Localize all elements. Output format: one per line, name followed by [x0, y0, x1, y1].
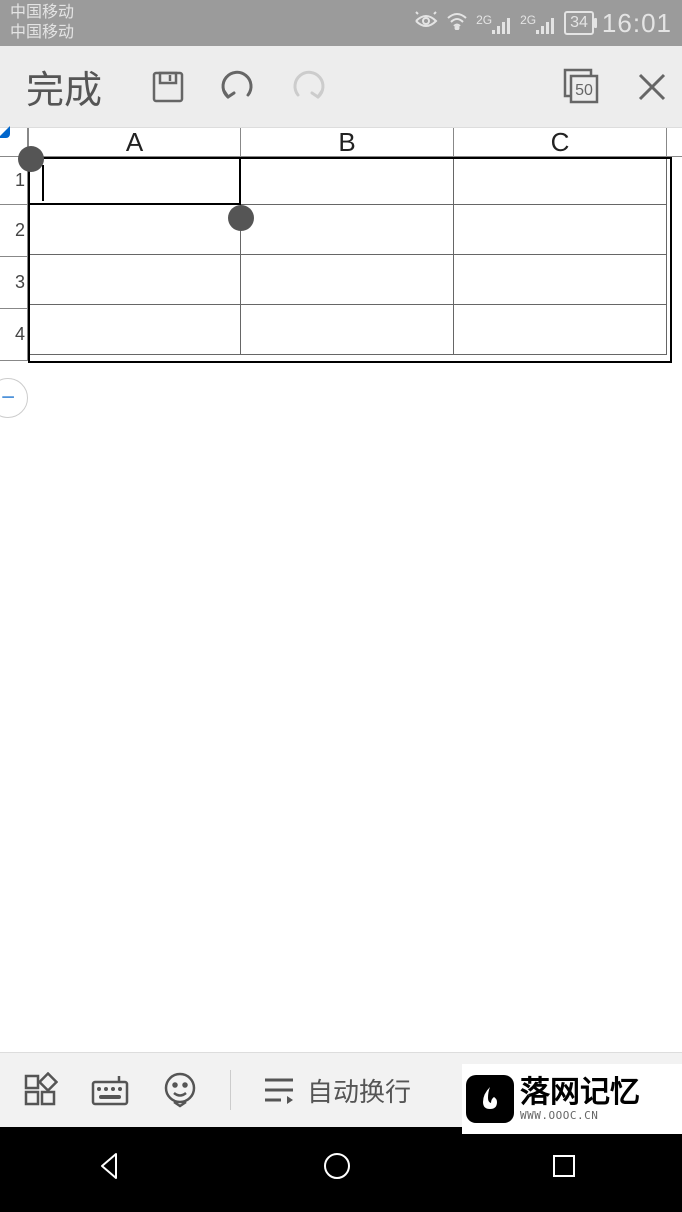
cells-grid: [28, 157, 682, 355]
row-header-4[interactable]: 4: [0, 309, 28, 361]
selection-handle-end[interactable]: [228, 205, 254, 231]
signal-2: 2G: [520, 13, 556, 34]
text-cursor: [42, 165, 44, 201]
redo-button[interactable]: [288, 67, 328, 107]
cell-c3[interactable]: [454, 255, 667, 305]
row-header-3[interactable]: 3: [0, 257, 28, 309]
save-button[interactable]: [148, 67, 188, 107]
cell-b4[interactable]: [241, 305, 454, 355]
zoom-out-fab[interactable]: −: [0, 378, 28, 418]
android-nav-bar: [0, 1127, 682, 1212]
cell-b3[interactable]: [241, 255, 454, 305]
cell-a4[interactable]: [28, 305, 241, 355]
wifi-icon: [446, 12, 468, 35]
word-count-button[interactable]: 50: [562, 67, 602, 107]
watermark-title: 落网记忆: [520, 1077, 640, 1109]
back-button[interactable]: [94, 1150, 134, 1190]
apps-icon[interactable]: [20, 1070, 60, 1110]
home-button[interactable]: [321, 1150, 361, 1190]
cell-a3[interactable]: [28, 255, 241, 305]
row-headers: 1 2 3 4: [0, 157, 28, 361]
top-toolbar: 完成 50: [0, 46, 682, 128]
wrap-text-label: 自动换行: [307, 1072, 411, 1109]
col-header-c[interactable]: C: [454, 128, 667, 156]
cell-c4[interactable]: [454, 305, 667, 355]
watermark-logo-icon: [466, 1075, 514, 1123]
emoji-icon[interactable]: [160, 1070, 200, 1110]
clock: 16:01: [602, 8, 672, 39]
eye-comfort-icon: [414, 11, 438, 36]
battery-indicator: 34: [564, 11, 594, 35]
wrap-text-button[interactable]: 自动换行: [261, 1072, 411, 1109]
spreadsheet-area[interactable]: A B C 1 2 3 4: [0, 128, 682, 355]
done-button[interactable]: 完成: [10, 59, 118, 114]
cell-c2[interactable]: [454, 205, 667, 255]
cell-a1[interactable]: [28, 157, 241, 205]
column-headers: A B C: [28, 128, 682, 157]
status-bar: 中国移动 中国移动 2G 2G 34 16:01: [0, 0, 682, 46]
cell-a2[interactable]: [28, 205, 241, 255]
selection-handle-start[interactable]: [18, 146, 44, 172]
carrier-labels: 中国移动 中国移动: [10, 3, 74, 43]
cell-b2[interactable]: [241, 205, 454, 255]
watermark-url: WWW.OOOC.CN: [520, 1109, 640, 1122]
carrier-1: 中国移动: [10, 3, 74, 23]
col-header-b[interactable]: B: [241, 128, 454, 156]
separator: [230, 1070, 231, 1110]
cell-b1[interactable]: [241, 157, 454, 205]
signal-1: 2G: [476, 13, 512, 34]
close-button[interactable]: [632, 67, 672, 107]
svg-text:50: 50: [575, 82, 593, 99]
keyboard-icon[interactable]: [90, 1070, 130, 1110]
col-header-a[interactable]: A: [28, 128, 241, 156]
watermark: 落网记忆 WWW.OOOC.CN: [462, 1064, 682, 1134]
carrier-2: 中国移动: [10, 23, 74, 43]
undo-button[interactable]: [218, 67, 258, 107]
recent-button[interactable]: [548, 1150, 588, 1190]
cell-c1[interactable]: [454, 157, 667, 205]
row-header-2[interactable]: 2: [0, 205, 28, 257]
